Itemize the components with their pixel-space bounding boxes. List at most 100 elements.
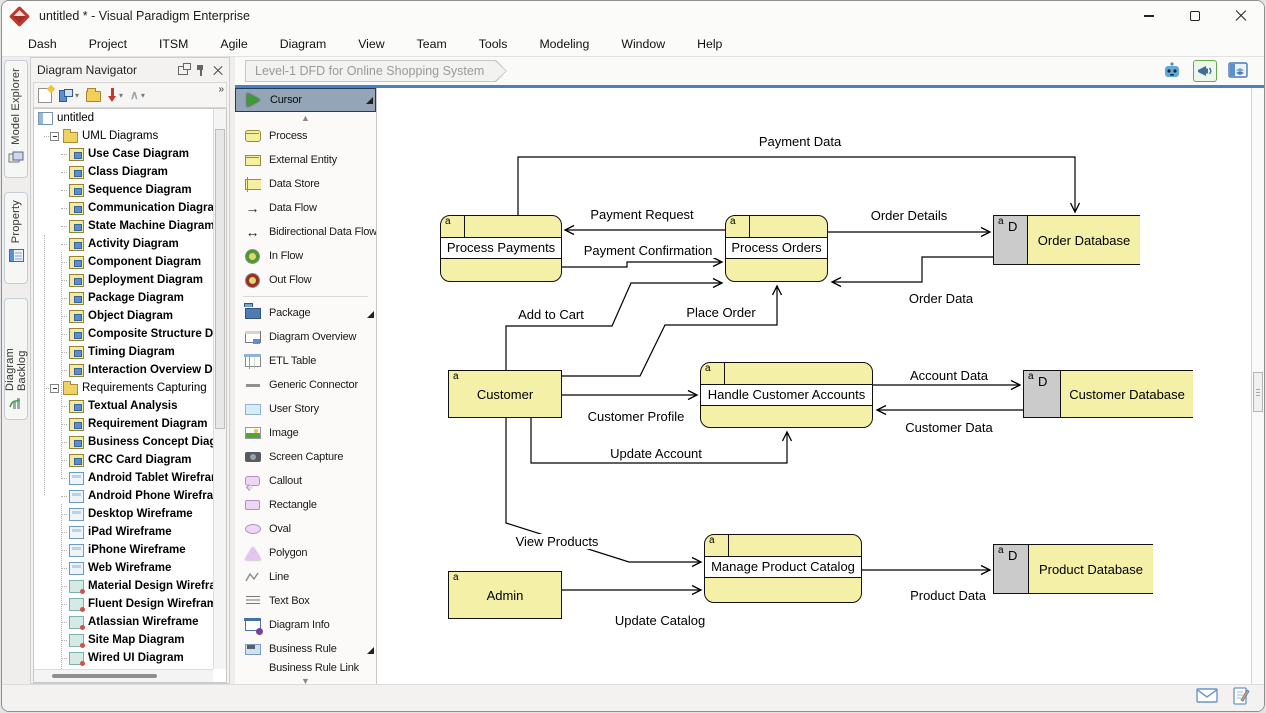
- menu-itsm[interactable]: ITSM: [143, 37, 204, 51]
- flow-label[interactable]: View Products: [513, 534, 602, 549]
- messages-button[interactable]: [1196, 688, 1218, 708]
- dfd-process-manage-product-catalog[interactable]: a Manage Product Catalog: [704, 534, 862, 603]
- tree-item[interactable]: Fluent Design Wireframe: [34, 595, 213, 613]
- palette-item-business-rule[interactable]: Business Rule: [235, 637, 376, 661]
- palette-item-package[interactable]: Package: [235, 301, 376, 325]
- tab-property[interactable]: Property: [4, 192, 28, 284]
- palette-item-polygon[interactable]: Polygon: [235, 541, 376, 565]
- tree-item[interactable]: Activity Diagram: [34, 235, 213, 253]
- tree-item[interactable]: Interaction Overview Diagram: [34, 361, 213, 379]
- dfd-datastore-order-database[interactable]: aD Order Database: [993, 215, 1140, 265]
- dfd-entity-customer[interactable]: a Customer: [448, 370, 562, 418]
- palette-item-callout[interactable]: Callout: [235, 469, 376, 493]
- dfd-datastore-product-database[interactable]: aD Product Database: [993, 544, 1153, 594]
- palette-item-screen-capture[interactable]: Screen Capture: [235, 445, 376, 469]
- palette-item-external-entity[interactable]: External Entity: [235, 148, 376, 172]
- collapse-all-button[interactable]: ∧▾: [130, 88, 145, 102]
- dfd-process-handle-customer-accounts[interactable]: a Handle Customer Accounts: [700, 362, 873, 428]
- palette-item-etl-table[interactable]: ETL Table: [235, 349, 376, 373]
- tree-item[interactable]: Material Design Wireframe: [34, 577, 213, 595]
- palette-item-user-story[interactable]: User Story: [235, 397, 376, 421]
- collapse-expander-icon[interactable]: [50, 384, 59, 393]
- palette-item-business-rule-link[interactable]: Business Rule Link: [235, 661, 376, 675]
- palette-item-line[interactable]: Line: [235, 565, 376, 589]
- diagram-types-button[interactable]: ▾: [59, 89, 79, 102]
- maximize-button[interactable]: [1172, 1, 1218, 31]
- flow-label[interactable]: Customer Profile: [585, 409, 688, 424]
- palette-item-in-flow[interactable]: In Flow: [235, 244, 376, 268]
- flow-label[interactable]: Payment Confirmation: [581, 243, 716, 258]
- palette-item-data-flow[interactable]: →Data Flow: [235, 196, 376, 220]
- tree-item[interactable]: Package Diagram: [34, 289, 213, 307]
- palette-item-generic-connector[interactable]: Generic Connector: [235, 373, 376, 397]
- palette-scroll-up[interactable]: ▲: [235, 112, 376, 124]
- menu-agile[interactable]: Agile: [204, 37, 263, 51]
- tree-item[interactable]: Communication Diagram: [34, 199, 213, 217]
- menu-project[interactable]: Project: [73, 37, 143, 51]
- tree-group-uml-diagrams[interactable]: UML Diagrams: [34, 127, 213, 145]
- tree-item[interactable]: Component Diagram: [34, 253, 213, 271]
- scrollbar-thumb[interactable]: [215, 129, 225, 429]
- tree-item[interactable]: Android Phone Wireframe: [34, 487, 213, 505]
- close-panel-button[interactable]: [213, 65, 223, 75]
- palette-scroll-down[interactable]: ▼: [235, 675, 376, 684]
- layout-panels-button[interactable]: [1226, 60, 1250, 82]
- open-project-button[interactable]: [86, 88, 101, 102]
- tree-item[interactable]: Timing Diagram: [34, 343, 213, 361]
- tree-item[interactable]: Sequence Diagram: [34, 181, 213, 199]
- dfd-process-process-orders[interactable]: a Process Orders: [725, 215, 828, 282]
- tab-model-explorer[interactable]: Model Explorer: [4, 60, 28, 178]
- tree-item-root[interactable]: untitled: [34, 109, 213, 127]
- dfd-entity-admin[interactable]: a Admin: [448, 571, 562, 619]
- close-button[interactable]: [1218, 1, 1264, 31]
- scrollbar-thumb[interactable]: [1253, 372, 1263, 412]
- flow-label[interactable]: Update Account: [607, 446, 705, 461]
- diagram-canvas[interactable]: Payment Data Payment Request Payment Con…: [377, 88, 1251, 684]
- tree-item[interactable]: State Machine Diagram: [34, 217, 213, 235]
- tree-item[interactable]: Business Concept Diagram: [34, 433, 213, 451]
- tree-item[interactable]: Composite Structure Diagram: [34, 325, 213, 343]
- palette-item-bidirectional-data-flow[interactable]: ↔Bidirectional Data Flow: [235, 220, 376, 244]
- dfd-process-process-payments[interactable]: a Process Payments: [440, 215, 562, 282]
- palette-item-rectangle[interactable]: Rectangle: [235, 493, 376, 517]
- flow-label[interactable]: Product Data: [907, 588, 989, 603]
- flow-label[interactable]: Account Data: [907, 368, 991, 383]
- palette-item-out-flow[interactable]: Out Flow: [235, 268, 376, 292]
- menu-dash[interactable]: Dash: [12, 37, 73, 51]
- tree-item[interactable]: Requirement Diagram: [34, 415, 213, 433]
- tree-item[interactable]: Textual Analysis: [34, 397, 213, 415]
- flow-label[interactable]: Payment Request: [587, 207, 696, 222]
- sort-button[interactable]: ▾: [108, 88, 123, 103]
- tree-item[interactable]: Class Diagram: [34, 163, 213, 181]
- palette-item-diagram-info[interactable]: Diagram Info: [235, 613, 376, 637]
- menu-window[interactable]: Window: [605, 37, 681, 51]
- menu-diagram[interactable]: Diagram: [264, 37, 342, 51]
- notes-compose-button[interactable]: [1232, 687, 1250, 710]
- flow-label[interactable]: Customer Data: [902, 420, 995, 435]
- tree-item[interactable]: iPad Wireframe: [34, 523, 213, 541]
- menu-help[interactable]: Help: [681, 37, 738, 51]
- float-panel-button[interactable]: [178, 66, 188, 75]
- flow-label[interactable]: Place Order: [683, 305, 758, 320]
- tree-item[interactable]: Deployment Diagram: [34, 271, 213, 289]
- new-diagram-button[interactable]: [38, 88, 52, 103]
- collapse-expander-icon[interactable]: [50, 132, 59, 141]
- palette-item-oval[interactable]: Oval: [235, 517, 376, 541]
- palette-item-data-store[interactable]: Data Store: [235, 172, 376, 196]
- flow-label[interactable]: Order Details: [868, 208, 951, 223]
- announcement-button[interactable]: [1193, 60, 1217, 82]
- tree-group-requirements-capturing[interactable]: Requirements Capturing: [34, 379, 213, 397]
- dfd-datastore-customer-database[interactable]: aD Customer Database: [1023, 370, 1193, 418]
- palette-item-image[interactable]: Image: [235, 421, 376, 445]
- flow-add-to-cart[interactable]: [506, 283, 722, 370]
- breadcrumb[interactable]: Level-1 DFD for Online Shopping System: [245, 60, 507, 82]
- tree-item[interactable]: Use Case Diagram: [34, 145, 213, 163]
- flow-label[interactable]: Payment Data: [756, 134, 844, 149]
- tree-item[interactable]: iPhone Wireframe: [34, 541, 213, 559]
- tree-item[interactable]: Site Map Diagram: [34, 631, 213, 649]
- menu-modeling[interactable]: Modeling: [523, 37, 605, 51]
- scrollbar-thumb[interactable]: [52, 674, 157, 678]
- flow-label[interactable]: Update Catalog: [612, 613, 708, 628]
- tree-vertical-scrollbar[interactable]: [213, 109, 226, 669]
- menu-team[interactable]: Team: [401, 37, 463, 51]
